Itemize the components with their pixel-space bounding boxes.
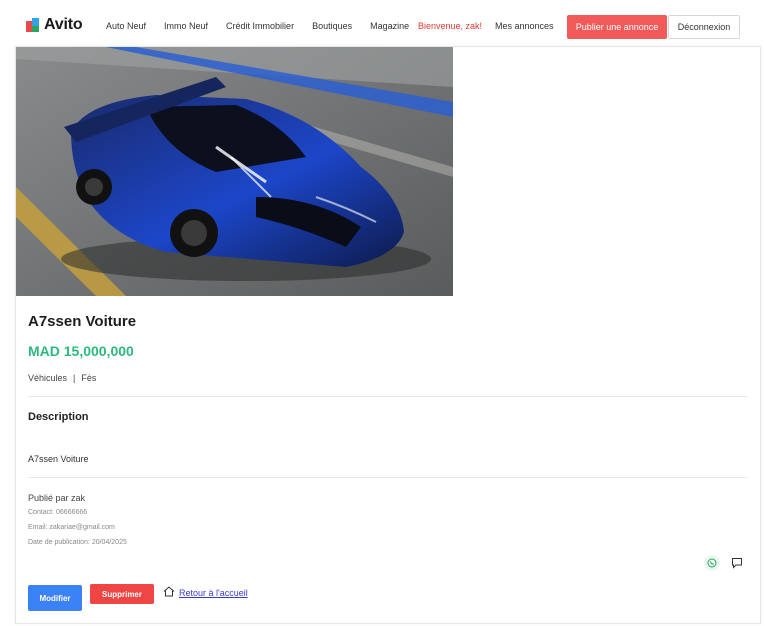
modify-button[interactable]: Modifier <box>28 585 82 611</box>
welcome-text: Bienvenue, zak! <box>418 21 483 31</box>
description-heading: Description <box>28 411 89 423</box>
message-icon[interactable] <box>729 555 745 571</box>
divider <box>28 477 747 478</box>
publish-ad-button[interactable]: Publier une annonce <box>567 15 667 39</box>
divider <box>28 396 747 397</box>
listing-price: MAD 15,000,000 <box>28 343 134 359</box>
back-home-label: Retour à l'accueil <box>179 587 248 598</box>
description-text: A7ssen Voiture <box>28 454 89 464</box>
listing-photo <box>16 47 453 296</box>
publication-date: Date de publication: 20/04/2025 <box>28 539 127 546</box>
contact-info: Contact: 06666666 <box>28 509 88 516</box>
listing-card: A7ssen Voiture MAD 15,000,000 Véhicules |… <box>15 46 761 624</box>
delete-button[interactable]: Supprimer <box>90 584 154 604</box>
nav-links: Auto Neuf Immo Neuf Crédit Immobilier Bo… <box>106 21 427 31</box>
listing-category: Véhicules <box>28 373 68 383</box>
email-info: Email: zakariae@gmail.com <box>28 524 115 531</box>
nav-link-immo-neuf[interactable]: Immo Neuf <box>164 21 208 31</box>
listing-title: A7ssen Voiture <box>28 313 137 330</box>
car-photo-illustration <box>16 47 453 296</box>
listing-city: Fès <box>81 373 97 383</box>
back-home-link[interactable]: Retour à l'accueil <box>163 586 248 599</box>
brand-logo[interactable]: Avito <box>26 16 83 34</box>
home-icon <box>163 586 175 599</box>
nav-link-auto-neuf[interactable]: Auto Neuf <box>106 21 146 31</box>
listing-meta: Véhicules | Fès <box>28 373 96 383</box>
meta-separator: | <box>73 373 76 383</box>
nav-link-mes-annonces[interactable]: Mes annonces <box>495 21 554 31</box>
avito-logo-icon <box>26 18 39 32</box>
whatsapp-icon[interactable] <box>704 555 720 571</box>
navbar: Avito Auto Neuf Immo Neuf Crédit Immobil… <box>0 0 765 50</box>
nav-link-boutiques[interactable]: Boutiques <box>312 21 352 31</box>
nav-link-credit-immobilier[interactable]: Crédit Immobilier <box>226 21 294 31</box>
logout-button[interactable]: Déconnexion <box>668 15 740 39</box>
posted-by: Publié par zak <box>28 493 86 503</box>
brand-name: Avito <box>44 16 83 33</box>
nav-link-magazine[interactable]: Magazine <box>370 21 409 31</box>
